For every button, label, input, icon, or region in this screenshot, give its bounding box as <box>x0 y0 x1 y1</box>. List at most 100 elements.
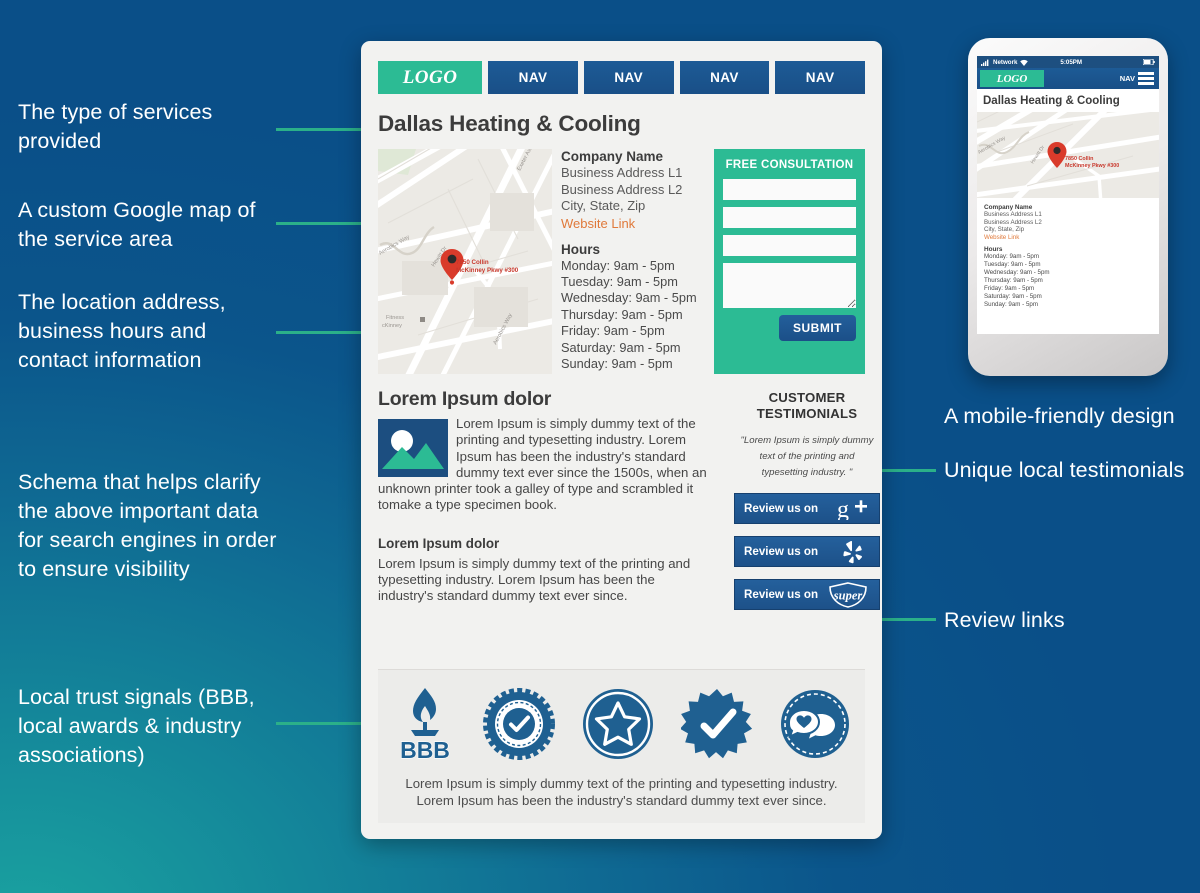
leader-line-services-type <box>276 128 361 131</box>
star-seal-icon[interactable] <box>581 684 655 764</box>
mobile-phone-mockup: Network 5:05PM LOGO NAV Dallas Heating &… <box>968 38 1168 376</box>
phone-status-bar: Network 5:05PM <box>977 56 1159 68</box>
phone-navbar: LOGO NAV <box>977 68 1159 89</box>
annotation-testimonials: Unique local testimonials <box>944 458 1185 482</box>
content-row: Lorem Ipsum dolor Lorem Ipsum is simply … <box>378 388 880 610</box>
form-field-3[interactable] <box>723 235 856 256</box>
checkmark-burst-icon[interactable] <box>680 684 753 764</box>
review-button-angies-list[interactable]: Review us on super <box>734 579 880 610</box>
city-state-zip: City, State, Zip <box>561 198 646 213</box>
logo-button[interactable]: LOGO <box>378 61 483 94</box>
phone-map-pin-label: 7850 Collin McKinney Pkwy #300 <box>1065 156 1120 169</box>
annotation-services-type: The type of services provided <box>18 100 213 153</box>
svg-text:cKinney: cKinney <box>382 323 402 329</box>
content-heading-1: Lorem Ipsum dolor <box>378 388 552 410</box>
footer-text: Lorem Ipsum is simply dummy text of the … <box>405 776 838 808</box>
hamburger-menu-icon[interactable] <box>1138 68 1159 89</box>
hours-thursday: Thursday: 9am - 5pm <box>561 306 683 322</box>
business-info: Company Name Business Address L1 Busines… <box>552 149 714 374</box>
review-label-google: Review us on <box>744 502 819 515</box>
phone-google-map[interactable]: Aerobics Way Hewitt Dr 7850 Collin McKin… <box>977 112 1159 198</box>
map-pin-label: 7850 Collin McKinney Pkwy #300 <box>456 259 519 274</box>
review-label-angies: Review us on <box>744 588 819 601</box>
phone-company-name: Company Name <box>984 204 1033 211</box>
phone-website-link[interactable]: Website Link <box>984 234 1152 243</box>
annotation-schema: Schema that helps clarify the above impo… <box>18 470 277 581</box>
annotation-trust-signals: Local trust signals (BBB, local awards &… <box>18 685 255 767</box>
phone-address-line-1: Business Address L1 <box>984 211 1042 218</box>
page-title: Dallas Heating & Cooling <box>378 111 641 136</box>
hours-heading: Hours <box>561 241 601 257</box>
form-title: FREE CONSULTATION <box>725 159 854 171</box>
website-link[interactable]: Website Link <box>561 215 714 233</box>
carrier-label: Network <box>993 58 1018 66</box>
image-placeholder-icon <box>378 419 448 477</box>
review-button-google-plus[interactable]: Review us on g <box>734 493 880 524</box>
testimonials-title: CUSTOMER TESTIMONIALS <box>756 390 858 421</box>
certified-rosette-icon[interactable] <box>482 684 555 764</box>
company-name: Company Name <box>561 149 664 164</box>
yelp-icon <box>836 539 870 565</box>
phone-city-state-zip: City, State, Zip <box>984 226 1025 234</box>
google-plus-icon: g <box>836 496 870 522</box>
svg-text:super: super <box>833 588 863 602</box>
hours-saturday: Saturday: 9am - 5pm <box>561 339 681 355</box>
testimonial-quote: "Lorem Ipsum is simply dummy text of the… <box>740 435 874 478</box>
phone-address-line-2: Business Address L2 <box>984 218 1042 226</box>
nav-item-3[interactable]: NAV <box>679 61 770 94</box>
annotation-google-map: A custom Google map of the service area <box>18 198 256 251</box>
phone-hours-sunday: Sunday: 9am - 5pm <box>984 300 1038 308</box>
svg-text:g: g <box>837 498 849 520</box>
phone-hours-saturday: Saturday: 9am - 5pm <box>984 292 1042 300</box>
submit-button[interactable]: SUBMIT <box>779 315 856 341</box>
phone-logo-button[interactable]: LOGO <box>980 70 1044 87</box>
svg-text:Fitness: Fitness <box>386 315 404 321</box>
form-message-field[interactable] <box>723 263 856 308</box>
google-map[interactable]: Aerobics Way Hewitt Dr Exeter Ave Aerobi… <box>378 149 552 374</box>
review-button-yelp[interactable]: Review us on <box>734 536 880 567</box>
hours-monday: Monday: 9am - 5pm <box>561 257 675 273</box>
phone-hours-friday: Friday: 9am - 5pm <box>984 285 1035 292</box>
clock-label: 5:05PM <box>1060 58 1083 66</box>
heart-chat-seal-icon[interactable] <box>779 684 851 764</box>
hours-friday: Friday: 9am - 5pm <box>561 323 665 339</box>
signal-bars-icon <box>981 59 989 66</box>
form-field-2[interactable] <box>723 207 856 228</box>
testimonials-section: CUSTOMER TESTIMONIALS "Lorem Ipsum is si… <box>713 388 880 610</box>
phone-page-title: Dallas Heating & Cooling <box>983 95 1120 107</box>
address-line-2: Business Address L2 <box>561 181 683 197</box>
site-navbar: LOGO NAV NAV NAV NAV <box>378 61 865 94</box>
content-body-2: Lorem Ipsum is simply dummy text of the … <box>378 555 691 604</box>
svg-text:BBB: BBB <box>400 737 450 762</box>
hours-sunday: Sunday: 9am - 5pm <box>561 355 673 371</box>
nav-item-2[interactable]: NAV <box>583 61 674 94</box>
nav-item-4[interactable]: NAV <box>775 61 865 94</box>
hours-tuesday: Tuesday: 9am - 5pm <box>561 273 678 289</box>
trust-badges-footer: BBB Lorem Ipsum is simply dummy text of … <box>378 669 865 823</box>
form-field-1[interactable] <box>723 179 856 200</box>
phone-hours-heading: Hours <box>984 246 1003 254</box>
phone-hours-tuesday: Tuesday: 9am - 5pm <box>984 261 1041 269</box>
wifi-icon <box>1020 59 1029 66</box>
angies-list-super-service-icon: super <box>826 581 870 608</box>
review-label-yelp: Review us on <box>744 545 819 558</box>
trust-badges: BBB <box>388 684 855 764</box>
phone-hours-monday: Monday: 9am - 5pm <box>984 253 1040 261</box>
phone-hours-wednesday: Wednesday: 9am - 5pm <box>984 269 1050 277</box>
phone-hours-thursday: Thursday: 9am - 5pm <box>984 277 1043 285</box>
bbb-torch-icon[interactable]: BBB <box>393 684 457 764</box>
annotation-location-hours: The location address, business hours and… <box>18 290 226 372</box>
phone-business-info: Company Name Business Address L1 Busines… <box>977 198 1159 309</box>
address-line-1: Business Address L1 <box>561 165 683 180</box>
desktop-website-mockup: LOGO NAV NAV NAV NAV Dallas Heating & Co… <box>361 41 882 839</box>
phone-screen: Network 5:05PM LOGO NAV Dallas Heating &… <box>977 56 1159 334</box>
annotation-mobile-friendly: A mobile-friendly design <box>944 404 1175 428</box>
content-heading-2: Lorem Ipsum dolor <box>378 535 500 551</box>
battery-icon <box>1143 59 1155 65</box>
hours-wednesday: Wednesday: 9am - 5pm <box>561 290 697 306</box>
nav-item-1[interactable]: NAV <box>488 61 578 94</box>
main-content: Lorem Ipsum dolor Lorem Ipsum is simply … <box>378 388 713 610</box>
phone-nav-label[interactable]: NAV <box>1120 68 1138 89</box>
free-consultation-form: FREE CONSULTATION SUBMIT <box>714 149 865 374</box>
info-row: Aerobics Way Hewitt Dr Exeter Ave Aerobi… <box>378 149 865 374</box>
